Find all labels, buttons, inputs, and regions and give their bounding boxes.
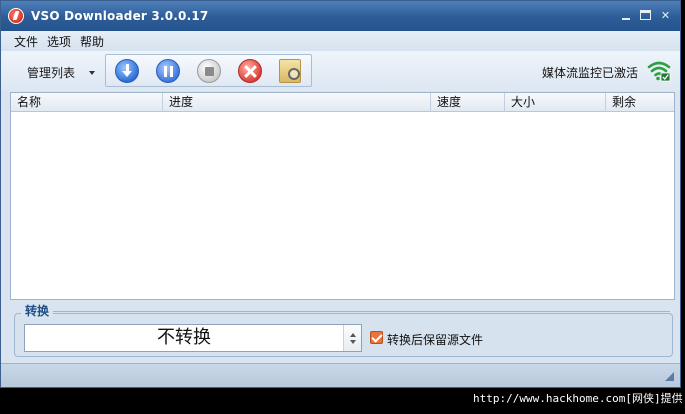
- list-header: 名称 进度 速度 大小 剩余: [11, 93, 674, 112]
- menu-help[interactable]: 帮助: [80, 33, 104, 50]
- convert-format-select[interactable]: 不转换: [24, 324, 362, 352]
- resize-grip-icon[interactable]: [665, 372, 674, 381]
- app-logo-icon: [8, 8, 24, 24]
- cancel-icon[interactable]: [238, 58, 262, 83]
- download-list[interactable]: 名称 进度 速度 大小 剩余: [10, 92, 675, 300]
- column-name[interactable]: 名称: [11, 93, 163, 112]
- pause-icon[interactable]: [156, 58, 180, 83]
- toolbar-button-group: [105, 54, 312, 87]
- column-size[interactable]: 大小: [505, 93, 606, 112]
- toolbar: 管理列表 媒体流监控已激活: [1, 51, 680, 91]
- menu-file[interactable]: 文件: [14, 33, 38, 50]
- wifi-monitor-icon[interactable]: [647, 58, 671, 82]
- stop-icon[interactable]: [197, 58, 221, 83]
- app-window: VSO Downloader 3.0.0.17 ✕ 文件 选项 帮助 管理列表 …: [0, 0, 681, 388]
- column-remaining[interactable]: 剩余: [606, 93, 674, 112]
- chevron-down-icon: [89, 70, 96, 75]
- window-title: VSO Downloader 3.0.0.17: [31, 9, 209, 23]
- watermark-text: http://www.hackhome.com[网侠]提供: [473, 392, 683, 405]
- manage-list-dropdown[interactable]: 管理列表: [27, 64, 96, 81]
- window-controls: ✕: [619, 9, 672, 22]
- keep-source-label[interactable]: 转换后保留源文件: [387, 331, 483, 348]
- convert-divider: [51, 311, 670, 312]
- keep-source-checkbox[interactable]: [370, 331, 383, 344]
- convert-format-value: 不转换: [157, 327, 211, 348]
- title-bar[interactable]: VSO Downloader 3.0.0.17 ✕: [1, 1, 680, 31]
- menu-options[interactable]: 选项: [47, 33, 71, 50]
- download-icon[interactable]: [115, 58, 139, 83]
- monitor-status-text: 媒体流监控已激活: [542, 66, 639, 80]
- status-bar: [1, 363, 680, 387]
- maximize-icon[interactable]: [640, 10, 651, 20]
- spinner-arrows-icon[interactable]: [343, 325, 361, 351]
- convert-title: 转换: [21, 302, 54, 319]
- column-progress[interactable]: 进度: [163, 93, 431, 112]
- menu-bar: 文件 选项 帮助: [1, 31, 680, 51]
- manage-list-label: 管理列表: [27, 66, 76, 80]
- close-icon[interactable]: ✕: [659, 9, 672, 22]
- folder-search-icon[interactable]: [279, 58, 301, 83]
- column-speed[interactable]: 速度: [431, 93, 505, 112]
- minimize-icon[interactable]: [619, 9, 632, 22]
